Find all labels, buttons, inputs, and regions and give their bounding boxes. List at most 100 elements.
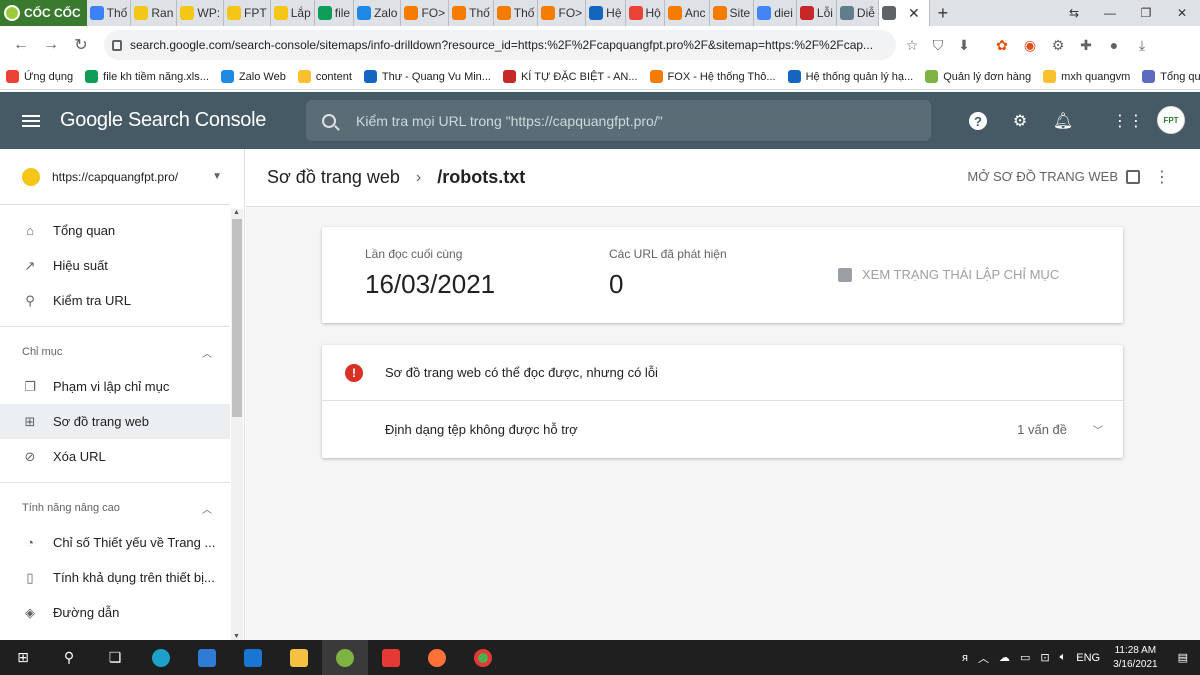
edge-icon[interactable]	[138, 640, 184, 675]
bookmark-item[interactable]: mxh quangvm	[1037, 70, 1136, 83]
notifications-icon[interactable]: ▤	[1166, 651, 1200, 664]
downloads-arrow-icon[interactable]: ⤓	[1132, 35, 1152, 55]
forward-button[interactable]: →	[36, 36, 66, 54]
browser-tab[interactable]: Site	[710, 0, 755, 26]
back-button[interactable]: ←	[6, 36, 36, 54]
restore-button[interactable]: ❐	[1128, 0, 1164, 26]
start-windows-icon[interactable]: ⊞	[0, 640, 46, 675]
extension-ring-icon[interactable]: ◉	[1020, 35, 1040, 55]
file-explorer-icon[interactable]	[276, 640, 322, 675]
bookmark-star-icon[interactable]: ☆	[902, 35, 922, 55]
browser-tab[interactable]: FO>	[538, 0, 587, 26]
sidebar-item[interactable]: ◈ Đường dẫn	[0, 595, 230, 630]
scroll-up-icon[interactable]: ▲	[233, 209, 240, 216]
chrome-icon[interactable]	[460, 640, 506, 675]
bookmark-item[interactable]: Thư - Quang Vu Min...	[358, 70, 497, 83]
close-window-button[interactable]: ✕	[1164, 0, 1200, 26]
more-options-icon[interactable]: ⋮	[1154, 167, 1170, 187]
battery-icon[interactable]: ▭	[1015, 651, 1035, 664]
sidebar-item[interactable]: ↗ Hiệu suất	[0, 248, 230, 283]
url-inspection-search[interactable]: Kiểm tra mọi URL trong "https://capquang…	[306, 100, 931, 141]
sidebar-item[interactable]: ⊘ Xóa URL	[0, 439, 230, 474]
open-sitemap-button[interactable]: MỞ SƠ ĐỒ TRANG WEB	[967, 169, 1140, 184]
apps-grid-icon[interactable]: ⋮⋮	[1112, 110, 1144, 132]
sidebar-item[interactable]: ⌂ Tổng quan	[0, 213, 230, 248]
hamburger-menu-icon[interactable]	[22, 114, 46, 127]
browser-tab[interactable]: Diễ	[837, 0, 879, 26]
shield-icon[interactable]: ⛉	[928, 35, 948, 55]
cloud-icon[interactable]: ☁	[994, 651, 1015, 664]
user-settings-icon[interactable]: ⚙	[1009, 110, 1031, 132]
bookmark-item[interactable]: Quản lý đơn hàng	[919, 70, 1037, 83]
avatar[interactable]: FPT	[1157, 106, 1185, 134]
address-bar[interactable]: search.google.com/search-console/sitemap…	[104, 30, 896, 60]
notifications-bell-icon[interactable]: 🔔︎	[1052, 110, 1074, 132]
bookmark-item[interactable]: Tổng quan	[1136, 70, 1200, 83]
profile-icon[interactable]: ●	[1104, 35, 1124, 55]
coccoc-menu-button[interactable]: CỐC CỐC	[0, 0, 87, 26]
new-tab-button[interactable]: +	[930, 3, 957, 24]
browser-tab[interactable]: file	[315, 0, 355, 26]
browser-tab[interactable]: Hộ	[626, 0, 665, 26]
sidebar-item[interactable]: ▯ Tính khả dụng trên thiết bị...	[0, 560, 230, 595]
browser-tab[interactable]: FPT	[224, 0, 271, 26]
browser-tab[interactable]: Ran	[131, 0, 178, 26]
issue-row[interactable]: Định dạng tệp không được hỗ trợ 1 vấn đề…	[322, 401, 1123, 457]
reload-button[interactable]: ↻	[66, 35, 96, 55]
bookmark-favicon-icon	[363, 70, 377, 83]
browser-tab[interactable]: Anc	[665, 0, 710, 26]
extensions-puzzle-icon[interactable]: ✚	[1076, 35, 1096, 55]
scroll-down-icon[interactable]: ▼	[233, 633, 240, 640]
sidebar-item[interactable]: ⚲ Kiểm tra URL	[0, 283, 230, 318]
bookmark-item[interactable]: FOX - Hệ thống Thô...	[644, 70, 782, 83]
chevron-down-icon[interactable]: ﹀	[1093, 422, 1103, 437]
task-view-icon[interactable]: ❏	[92, 640, 138, 675]
breadcrumb-parent[interactable]: Sơ đồ trang web	[267, 167, 400, 188]
tray-expand-icon[interactable]: ︿	[973, 650, 994, 666]
close-tab-icon[interactable]: ✕	[902, 5, 926, 22]
volume-icon[interactable]: 🔈︎	[1055, 651, 1072, 664]
bookmark-item[interactable]: file kh tiềm năng.xls...	[79, 70, 215, 83]
minimize-button[interactable]: —	[1092, 0, 1128, 26]
language-indicator[interactable]: ENG	[1071, 652, 1105, 664]
browser-tab[interactable]: FO>	[401, 0, 450, 26]
browser-tab[interactable]: diei	[754, 0, 797, 26]
browser-tab[interactable]: Thố	[449, 0, 494, 26]
scrollbar-thumb[interactable]	[232, 219, 242, 417]
browser-tab[interactable]: Lắp	[271, 0, 315, 26]
browser-tab[interactable]: Lỗi	[797, 0, 837, 26]
browser-tab[interactable]: Hệ	[586, 0, 626, 26]
bookmark-item[interactable]: content	[292, 70, 358, 83]
bookmark-item[interactable]: Zalo Web	[215, 70, 292, 83]
clock[interactable]: 11:28 AM 3/16/2021	[1105, 644, 1166, 672]
section-index[interactable]: Chỉ mục ︿	[0, 335, 230, 369]
sidebar-item[interactable]: ⊞ Sơ đồ trang web	[0, 404, 230, 439]
extension-flower-icon[interactable]: ✿	[992, 35, 1012, 55]
store-icon[interactable]	[184, 640, 230, 675]
download-icon[interactable]: ⬇	[954, 35, 974, 55]
bookmark-item[interactable]: Ứng dụng	[0, 70, 79, 83]
browser-tab[interactable]: Zalo	[354, 0, 402, 26]
browser-tab[interactable]: Thố	[87, 0, 132, 26]
network-icon[interactable]: ⊡	[1035, 651, 1054, 664]
taskbar-search-icon[interactable]: ⚲	[46, 640, 92, 675]
tab-active[interactable]: ✕	[878, 0, 930, 26]
people-icon[interactable]: ᴙ	[957, 652, 973, 664]
help-icon[interactable]: ?	[969, 112, 987, 130]
mail-icon[interactable]	[230, 640, 276, 675]
browser-tab[interactable]: WP:	[177, 0, 225, 26]
view-coverage-button[interactable]: XEM TRẠNG THÁI LẬP CHỈ MỤC	[838, 267, 1059, 282]
coccoc-taskbar-icon[interactable]	[322, 640, 368, 675]
sidebar-item[interactable]: ◔ Chỉ số Thiết yếu về Trang ...	[0, 525, 230, 560]
app-red-icon[interactable]	[368, 640, 414, 675]
firefox-icon[interactable]	[414, 640, 460, 675]
sidebar-item[interactable]: ❐ Phạm vi lập chỉ mục	[0, 369, 230, 404]
bookmark-item[interactable]: Hệ thống quản lý hạ...	[782, 70, 920, 83]
sidebar-scrollbar[interactable]: ▲ ▼	[231, 209, 243, 640]
bookmark-item[interactable]: KÍ TỰ ĐẶC BIỆT - AN...	[497, 70, 644, 83]
property-selector[interactable]: https://capquangfpt.pro/ ▼	[0, 149, 230, 205]
browser-tab[interactable]: Thố	[494, 0, 539, 26]
extension-gear-icon[interactable]: ⚙	[1048, 35, 1068, 55]
tab-search-icon[interactable]: ⇆	[1056, 0, 1092, 26]
section-enhancements[interactable]: Tính năng nâng cao ︿	[0, 491, 230, 525]
